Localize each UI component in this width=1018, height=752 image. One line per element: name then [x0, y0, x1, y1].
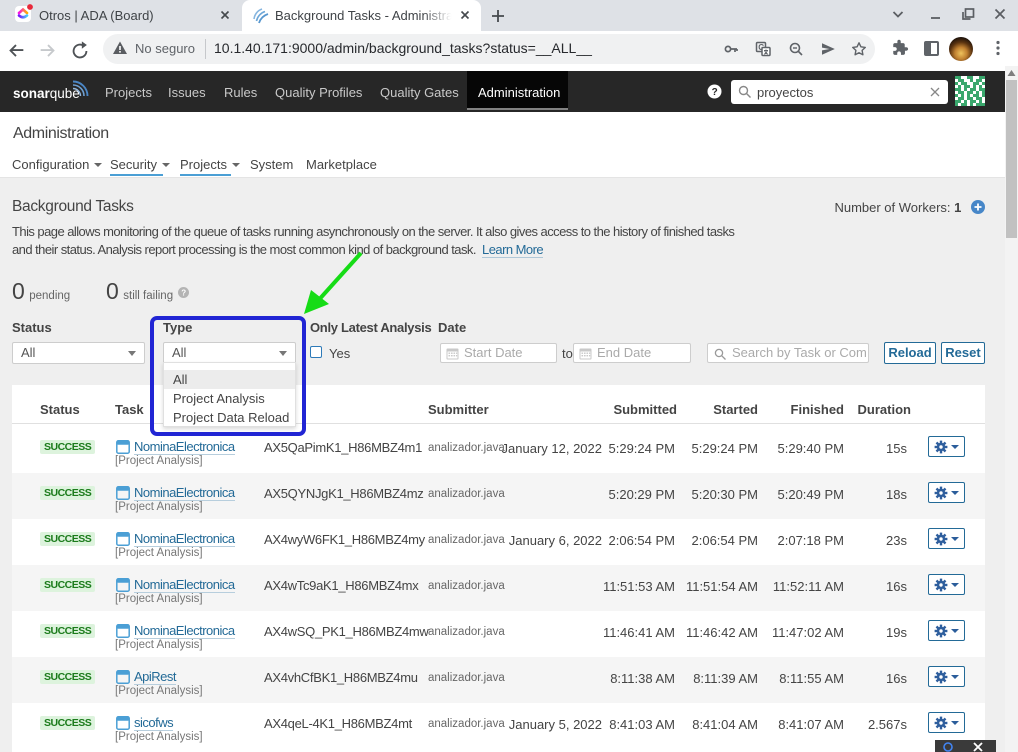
svg-text:?: ?: [712, 87, 718, 98]
svg-text:?: ?: [181, 288, 186, 297]
